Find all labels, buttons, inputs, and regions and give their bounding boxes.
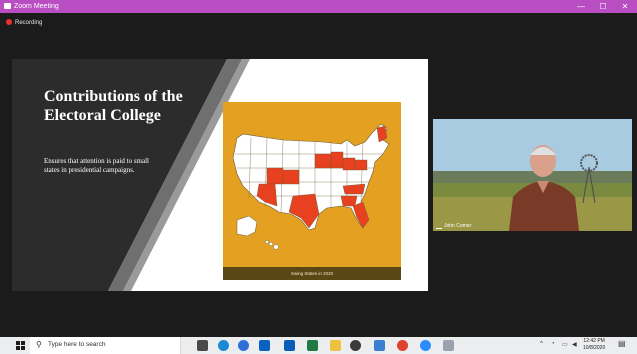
window-title: Zoom Meeting xyxy=(14,3,59,10)
file-explorer-icon[interactable] xyxy=(330,340,341,351)
obs-icon[interactable] xyxy=(350,340,361,351)
clock-time: 12:42 PM xyxy=(583,338,605,344)
clock-date: 10/8/2020 xyxy=(583,345,606,351)
browser-icon[interactable] xyxy=(238,340,249,351)
app-icon[interactable] xyxy=(374,340,385,351)
battery-icon[interactable]: ▭ xyxy=(562,341,568,348)
participant-video[interactable]: John Comer xyxy=(433,119,632,231)
swing-state-nevada xyxy=(266,167,284,185)
recording-dot-icon xyxy=(6,19,12,26)
chrome-icon[interactable] xyxy=(397,340,408,351)
map-caption: Swing States in 2020 xyxy=(223,267,401,280)
tray-chevron-icon[interactable]: ^ xyxy=(540,341,543,347)
recording-indicator[interactable]: Recording xyxy=(6,19,42,27)
slide-subtitle: Ensures that attention is paid to small … xyxy=(44,157,149,174)
notification-icon[interactable]: ▤ xyxy=(618,339,626,348)
network-icon[interactable]: ◔ xyxy=(551,341,555,347)
close-button[interactable]: ✕ xyxy=(614,0,636,13)
feather-icon[interactable] xyxy=(443,340,454,351)
meeting-area: Recording Contributions of the Electoral… xyxy=(0,13,637,337)
taskbar-clock[interactable]: 12:42 PM 10/8/2020 xyxy=(583,338,605,352)
title-bar: Zoom Meeting — ☐ ✕ xyxy=(0,0,637,13)
taskbar-search-box[interactable]: ⚲ Type here to search xyxy=(30,337,181,354)
search-icon: ⚲ xyxy=(36,340,42,349)
slide-title: Contributions of the Electoral College xyxy=(44,88,183,124)
zoom-app-icon xyxy=(4,3,11,9)
mail-icon[interactable] xyxy=(259,340,270,351)
swing-states-map: Swing States in 2020 xyxy=(223,102,401,280)
search-placeholder: Type here to search xyxy=(48,341,106,348)
outlook-icon[interactable] xyxy=(284,340,295,351)
shared-slide: Contributions of the Electoral College E… xyxy=(12,59,428,291)
participant-name-tag: John Comer xyxy=(436,223,471,229)
excel-icon[interactable] xyxy=(307,340,318,351)
us-map-graphic xyxy=(232,123,390,250)
windows-start-button[interactable] xyxy=(16,341,25,350)
minimize-button[interactable]: — xyxy=(570,0,592,13)
task-view-icon[interactable] xyxy=(197,340,208,351)
signal-icon xyxy=(436,223,442,229)
participant-video-feed xyxy=(433,119,632,231)
taskbar: ⚲ Type here to search ^ ◔ ▭ ◀ 12:42 PM 1… xyxy=(0,337,637,354)
maximize-button[interactable]: ☐ xyxy=(592,0,614,13)
edge-icon[interactable] xyxy=(218,340,229,351)
participant-name: John Comer xyxy=(444,223,472,229)
volume-icon[interactable]: ◀ xyxy=(572,341,577,348)
recording-label: Recording xyxy=(15,20,43,26)
windows-logo-icon xyxy=(16,341,20,345)
zoom-icon[interactable] xyxy=(420,340,431,351)
